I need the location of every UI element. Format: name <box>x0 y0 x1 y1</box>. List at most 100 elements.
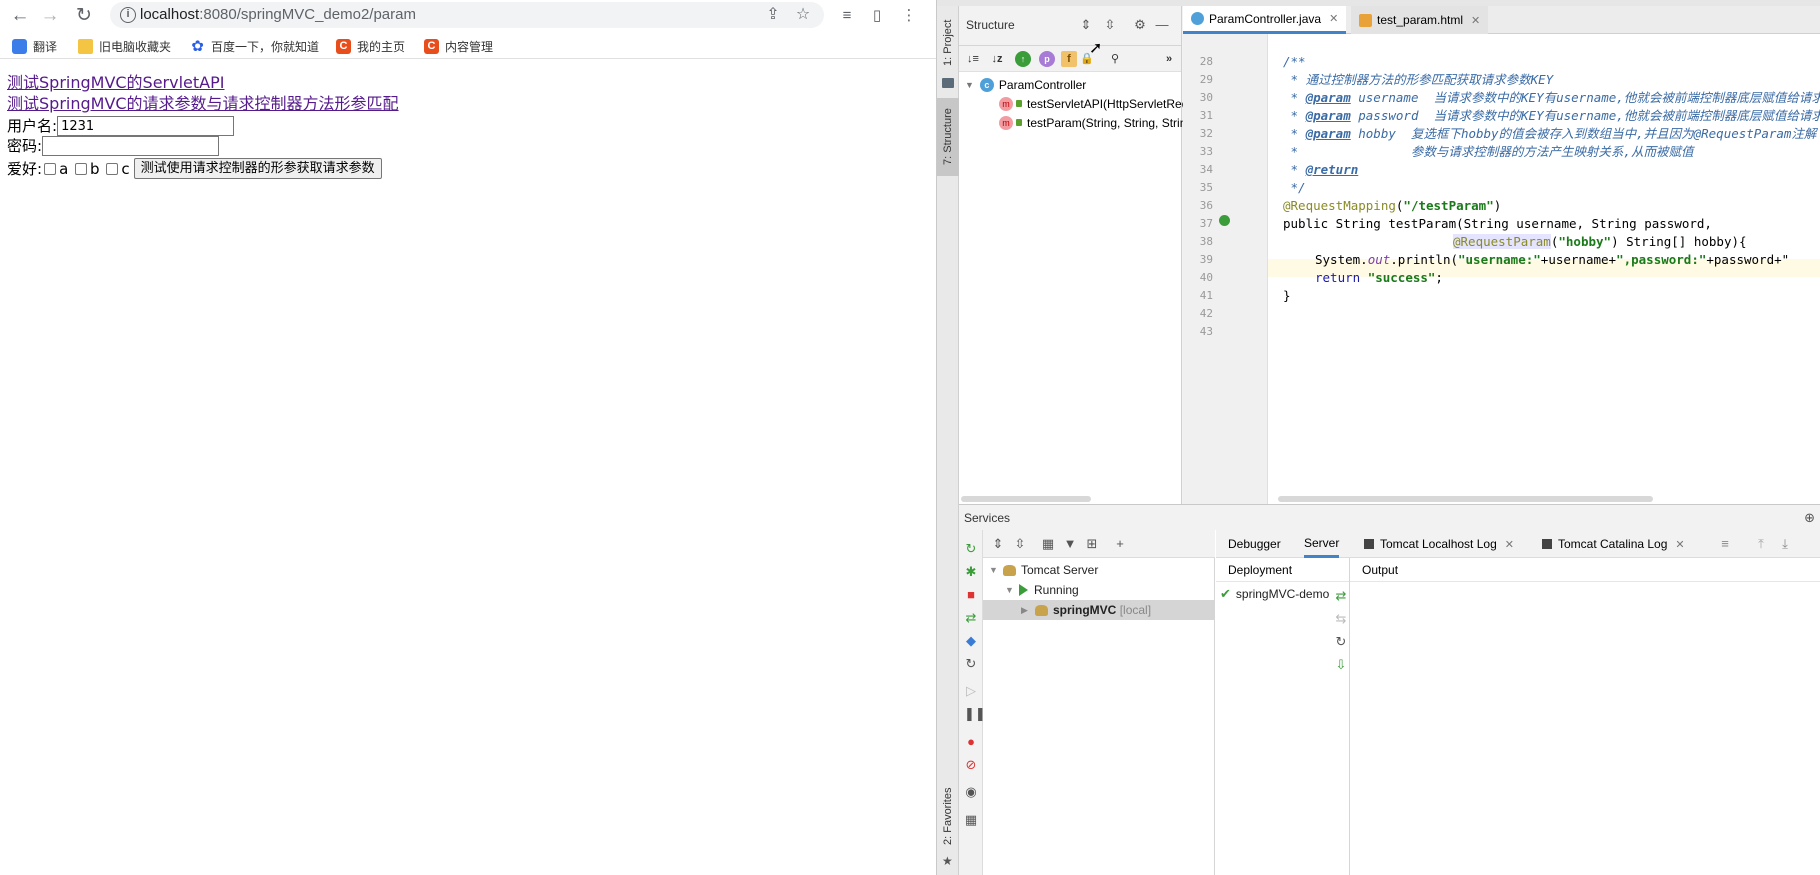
update-icon[interactable]: ⇩ <box>1334 658 1348 672</box>
filter-icon[interactable]: ▼ <box>1063 537 1077 551</box>
code-line-38[interactable]: @RequestParam("hobby") String[] hobby){ <box>1453 233 1747 251</box>
redeploy-icon[interactable]: ↻ <box>1334 635 1348 649</box>
deploy-icon[interactable]: ⇄ <box>964 611 978 625</box>
code-line-31[interactable]: * @param password 当请求参数中的KEY有username,他就… <box>1283 107 1820 125</box>
media-control-icon[interactable]: ≡ <box>835 3 859 27</box>
bookmark-star-icon[interactable]: ☆ <box>792 5 814 25</box>
structure-scrollbar[interactable] <box>961 496 1091 502</box>
servlet-api-link[interactable]: 测试SpringMVC的ServletAPI <box>7 72 399 93</box>
hobby-checkbox-c[interactable] <box>106 162 119 175</box>
param-match-link[interactable]: 测试SpringMVC的请求参数与请求控制器方法形参匹配 <box>7 93 399 114</box>
show-properties-icon[interactable]: p <box>1039 51 1055 67</box>
tab-tomcat-catalina-log[interactable]: Tomcat Catalina Log ✕ <box>1542 530 1685 558</box>
editor-scrollbar[interactable] <box>1278 496 1653 502</box>
run-gutter-icon[interactable] <box>1219 215 1230 226</box>
refresh-icon[interactable]: ↻ <box>964 657 978 671</box>
code-line-37[interactable]: public String testParam(String username,… <box>1283 215 1712 233</box>
structure-header: Structure ⇕ ⇳ ⚙ — <box>959 6 1181 46</box>
build-icon[interactable]: ◆ <box>964 634 978 648</box>
show-inherited-icon[interactable]: ↑ <box>1015 51 1031 67</box>
code-line-36[interactable]: @RequestMapping("/testParam") <box>1283 197 1501 215</box>
collapse-arrow-icon[interactable]: ▼ <box>965 80 974 90</box>
code-line-32[interactable]: * @param hobby 复选框下hobby的值会被存入到数组当中,并且因为… <box>1283 125 1817 143</box>
menu-icon[interactable]: ⋮ <box>897 3 921 27</box>
bookmark-homepage[interactable]: C 我的主页 <box>336 37 405 55</box>
pause-icon[interactable]: ❚❚ <box>964 707 986 721</box>
rerun-icon[interactable]: ↻ <box>964 542 978 556</box>
back-icon[interactable]: ← <box>8 3 32 27</box>
expand-all-icon[interactable]: ⇕ <box>991 537 1005 551</box>
show-lambdas-icon[interactable]: ⚲ <box>1107 51 1123 67</box>
hide-icon[interactable]: — <box>1155 18 1169 32</box>
debug-icon[interactable]: ✱ <box>964 565 978 579</box>
code-line-40[interactable]: return "success"; <box>1315 269 1443 287</box>
side-panel-icon[interactable]: ▯ <box>865 3 889 27</box>
sort-visibility-icon[interactable]: ↓≡ <box>965 51 981 67</box>
forward-icon[interactable]: → <box>38 3 62 27</box>
tab-list-icon[interactable]: ≡ <box>1718 537 1732 551</box>
structure-root[interactable]: ▼ c ParamController <box>965 75 1086 94</box>
collapse-all-icon[interactable]: ⇳ <box>1103 18 1117 32</box>
tab-favorites[interactable]: 2: Favorites <box>937 781 959 851</box>
mute-breakpoints-icon[interactable]: ⊘ <box>964 758 978 772</box>
close-icon[interactable]: ✕ <box>1505 538 1514 551</box>
new-tab-icon[interactable]: ⊞ <box>1085 537 1099 551</box>
structure-method-param[interactable]: m testParam(String, String, String[]) <box>999 113 1204 132</box>
code-line-34[interactable]: * @return <box>1283 161 1359 179</box>
resume-icon[interactable]: ▷ <box>964 684 978 698</box>
tree-tomcat-server[interactable]: ▼ Tomcat Server <box>989 560 1098 580</box>
code-line-35[interactable]: */ <box>1283 179 1306 197</box>
code-line-39[interactable]: System.out.println("username:"+username+… <box>1315 251 1789 269</box>
site-info-icon[interactable]: i <box>120 7 136 23</box>
submit-button[interactable]: 测试使用请求控制器的形参获取请求参数 <box>133 158 382 179</box>
undeploy-icon[interactable]: ⇆ <box>1334 612 1348 626</box>
sort-alpha-icon[interactable]: ↓z <box>989 51 1005 67</box>
hobby-checkbox-a[interactable] <box>44 162 57 175</box>
close-icon[interactable]: ✕ <box>1329 12 1338 25</box>
username-input[interactable] <box>57 116 235 136</box>
tree-springmvc[interactable]: ▶ springMVC [local] <box>983 600 1215 620</box>
hobby-checkbox-b[interactable] <box>75 162 88 175</box>
tab-project[interactable]: 1: Project <box>937 14 959 72</box>
camera-icon[interactable]: ◉ <box>964 785 978 799</box>
scroll-down-icon[interactable]: ⤓ <box>1778 537 1792 551</box>
close-icon[interactable]: ✕ <box>1471 14 1480 27</box>
collapse-all-icon[interactable]: ⇳ <box>1013 537 1027 551</box>
tab-server[interactable]: Server <box>1304 530 1340 558</box>
tab-paramcontroller[interactable]: ParamController.java ✕ <box>1183 6 1347 34</box>
breakpoints-icon[interactable]: ● <box>964 735 978 749</box>
code-line-30[interactable]: * @param username 当请求参数中的KEY有username,他就… <box>1283 89 1820 107</box>
expand-all-icon[interactable]: ⇕ <box>1079 18 1093 32</box>
tab-tomcat-localhost-log[interactable]: Tomcat Localhost Log ✕ <box>1364 530 1514 558</box>
bookmark-old-favorites[interactable]: 旧电脑收藏夹 <box>78 37 171 55</box>
address-bar[interactable]: i localhost:8080/springMVC_demo2/param ⇪… <box>110 2 824 28</box>
tab-structure[interactable]: 7: Structure <box>937 98 959 176</box>
reload-icon[interactable]: ↻ <box>72 3 96 27</box>
deploy-artifact-icon[interactable]: ⇄ <box>1334 589 1348 603</box>
more-icon[interactable]: » <box>1161 51 1177 67</box>
add-service-icon[interactable]: + <box>1113 537 1127 551</box>
gear-icon[interactable]: ⚙ <box>1133 18 1147 32</box>
share-icon[interactable]: ⇪ <box>762 5 784 25</box>
code-line-28[interactable]: /** <box>1283 53 1306 71</box>
code-line-33[interactable]: * 参数与请求控制器的方法产生映射关系,从而被赋值 <box>1283 143 1694 161</box>
url-text[interactable]: localhost:8080/springMVC_demo2/param <box>140 6 416 23</box>
options-icon[interactable]: ⊕ <box>1804 510 1815 526</box>
stop-icon[interactable]: ■ <box>964 588 978 602</box>
show-fields-icon[interactable]: f <box>1061 51 1077 67</box>
tree-running[interactable]: ▼ Running <box>1005 580 1079 600</box>
close-icon[interactable]: ✕ <box>1675 538 1684 551</box>
group-icon[interactable]: ▦ <box>1041 537 1055 551</box>
tab-debugger[interactable]: Debugger <box>1228 530 1281 558</box>
bookmark-translate[interactable]: 翻译 <box>12 37 57 55</box>
code-line-41[interactable]: } <box>1283 287 1291 305</box>
code-line-29[interactable]: * 通过控制器方法的形参匹配获取请求参数KEY <box>1283 71 1554 89</box>
bookmark-content-manage[interactable]: C 内容管理 <box>424 37 493 55</box>
tab-test-param-html[interactable]: test_param.html ✕ <box>1351 6 1489 34</box>
scroll-up-icon[interactable]: ⤒ <box>1754 537 1768 551</box>
deployment-item[interactable]: ✔ springMVC-demo <box>1220 584 1329 604</box>
method-icon: m <box>999 115 1013 130</box>
layout-icon[interactable]: ▦ <box>964 813 978 827</box>
bookmark-baidu[interactable]: ✿ 百度一下，你就知道 <box>190 37 319 55</box>
password-input[interactable] <box>42 136 220 156</box>
